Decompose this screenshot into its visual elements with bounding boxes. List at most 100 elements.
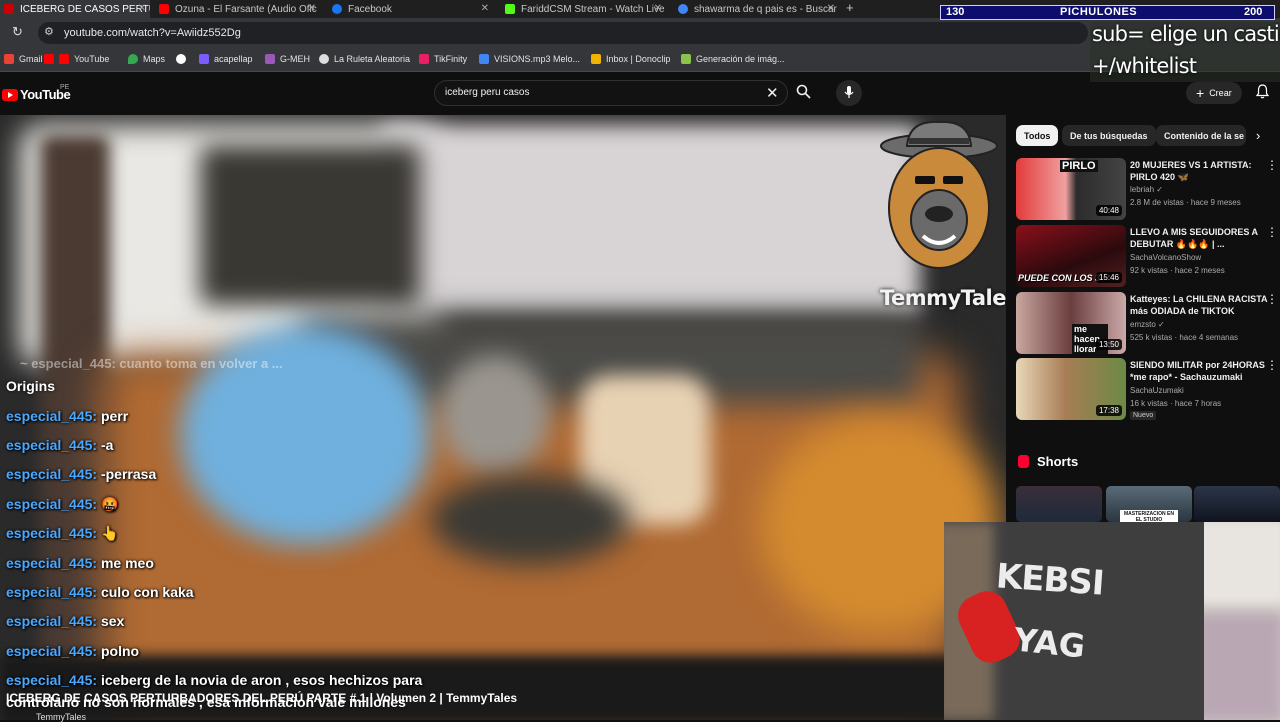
recommendation-item[interactable]: PUEDE CON LOS 3 15:46 LLEVO A MIS SEGUID… bbox=[1016, 225, 1280, 287]
uploader-name[interactable]: TemmyTales bbox=[36, 712, 86, 722]
chat-message: especial_445: -a bbox=[6, 437, 113, 453]
webcam-background bbox=[1194, 612, 1280, 720]
youtube-icon bbox=[44, 54, 54, 64]
notifications-bell-icon[interactable] bbox=[1255, 84, 1270, 102]
chat-message: especial_445: 🤬 bbox=[6, 496, 118, 513]
recommendation-title: LLEVO A MIS SEGUIDORES A DEBUTAR 🔥🔥🔥 | .… bbox=[1130, 227, 1258, 249]
duration-badge: 15:46 bbox=[1095, 272, 1122, 283]
person-shirt: KEBSI YAG bbox=[944, 522, 1204, 720]
browser-tab[interactable]: Facebook ✕ bbox=[328, 0, 493, 18]
chat-message: especial_445: iceberg de la novia de aro… bbox=[6, 672, 422, 688]
bookmark-acapellap[interactable]: acapellap bbox=[199, 54, 253, 64]
close-tab-icon[interactable]: ✕ bbox=[827, 3, 835, 14]
video-thumbnail[interactable]: PIRLO 40:48 bbox=[1016, 158, 1126, 220]
chat-origins-text: Origins bbox=[6, 378, 56, 394]
chat-faded-message: ~ especial_445: cuanto toma en volver a … bbox=[20, 356, 283, 371]
chat-username: especial_445: bbox=[6, 643, 98, 659]
browser-tab-active[interactable]: ICEBERG DE CASOS PERTURBA ✕ bbox=[0, 0, 150, 18]
chat-text: -perrasa bbox=[100, 466, 157, 482]
recommendation-item[interactable]: me hacen llorar 13:50 Katteyes: La CHILE… bbox=[1016, 292, 1280, 354]
close-tab-icon[interactable]: ✕ bbox=[654, 3, 662, 14]
video-thumbnail[interactable]: PUEDE CON LOS 3 15:46 bbox=[1016, 225, 1126, 287]
create-label: Crear bbox=[1209, 88, 1232, 98]
close-tab-icon[interactable]: ✕ bbox=[138, 3, 146, 14]
short-thumbnail[interactable]: MASTERIZACION EN EL STUDIO bbox=[1106, 486, 1192, 522]
video-frame-region bbox=[380, 125, 920, 315]
close-tab-icon[interactable]: ✕ bbox=[481, 3, 489, 14]
chat-username: especial_445: bbox=[6, 555, 98, 571]
new-badge: Nuevo bbox=[1130, 411, 1157, 420]
shirt-print-line2: YAG bbox=[1012, 620, 1087, 666]
bookmark-ruleta[interactable]: La Ruleta Aleatoria bbox=[319, 54, 410, 64]
chip-de-tus-busquedas[interactable]: De tus búsquedas bbox=[1062, 125, 1156, 146]
duration-badge: 40:48 bbox=[1095, 205, 1122, 216]
chip-contenido[interactable]: Contenido de la se bbox=[1156, 125, 1246, 146]
video-frame-region bbox=[430, 475, 630, 565]
close-tab-icon[interactable]: ✕ bbox=[308, 3, 316, 14]
region-code: PE bbox=[60, 84, 70, 91]
clear-search-icon[interactable]: ✕ bbox=[766, 84, 779, 102]
chat-username: especial_445: bbox=[6, 496, 98, 512]
chip-todos[interactable]: Todos bbox=[1016, 125, 1059, 146]
more-options-icon[interactable]: ⋮ bbox=[1266, 225, 1278, 239]
whitelist-command-text: +/whitelist bbox=[1092, 54, 1197, 78]
chat-text: polno bbox=[100, 643, 140, 659]
chat-text: -a bbox=[100, 437, 114, 453]
video-frame-region bbox=[200, 145, 420, 305]
chip-label: Contenido de la se bbox=[1164, 130, 1245, 141]
browser-tab[interactable]: Ozuna - El Farsante (Audio Ofic ✕ bbox=[155, 0, 320, 18]
search-icon[interactable] bbox=[796, 84, 811, 102]
gmail-icon bbox=[4, 54, 14, 64]
chevron-right-icon[interactable]: › bbox=[1256, 128, 1260, 143]
bookmark-gmail[interactable]: Gmail bbox=[4, 54, 43, 64]
gmeh-icon bbox=[265, 54, 275, 64]
recommendation-item[interactable]: PIRLO 40:48 20 MUJERES VS 1 ARTISTA: PIR… bbox=[1016, 158, 1280, 220]
bookmark-tikfinity[interactable]: TikFinity bbox=[419, 54, 467, 64]
site-info-icon[interactable]: ⚙ bbox=[44, 25, 54, 38]
shirt-print-line1: KEBSI bbox=[994, 556, 1105, 604]
tab-title: ICEBERG DE CASOS PERTURBA bbox=[20, 3, 150, 15]
drive-icon bbox=[479, 54, 489, 64]
tab-title: FariddCSM Stream - Watch Live bbox=[521, 3, 665, 15]
chip-label: Todos bbox=[1024, 130, 1051, 141]
video-player[interactable] bbox=[0, 115, 1006, 720]
create-button[interactable]: + Crear bbox=[1186, 82, 1242, 104]
chat-message: especial_445: culo con kaka bbox=[6, 584, 194, 600]
bookmark-donoclip[interactable]: Inbox | Donoclip bbox=[591, 54, 670, 64]
tab-title: Ozuna - El Farsante (Audio Ofic bbox=[175, 3, 317, 15]
channel-watermark: TemmyTales bbox=[880, 286, 1018, 310]
generator-icon bbox=[681, 54, 691, 64]
video-thumbnail[interactable]: me hacen llorar 13:50 bbox=[1016, 292, 1126, 354]
plus-icon: + bbox=[1196, 85, 1205, 101]
bookmark-google[interactable] bbox=[176, 54, 191, 64]
reload-icon[interactable]: ↻ bbox=[12, 24, 23, 40]
webcam-feed: KEBSI YAG bbox=[944, 522, 1280, 720]
facebook-favicon-icon bbox=[332, 4, 342, 14]
browser-tab[interactable]: shawarma de q pais es - Buscar ✕ bbox=[674, 0, 839, 18]
bookmark-youtube[interactable]: YouTube bbox=[44, 54, 109, 64]
bookmark-label: Gmail bbox=[19, 54, 43, 64]
more-options-icon[interactable]: ⋮ bbox=[1266, 358, 1278, 372]
microphone-icon[interactable] bbox=[836, 80, 862, 106]
youtube-favicon-icon bbox=[159, 4, 169, 14]
bookmark-label: La Ruleta Aleatoria bbox=[334, 54, 411, 64]
tab-title: Facebook bbox=[348, 3, 392, 15]
new-tab-icon[interactable]: + bbox=[846, 0, 854, 15]
recommendation-item[interactable]: 17:38 SIENDO MILITAR por 24HORAS *me rap… bbox=[1016, 358, 1280, 420]
google-icon bbox=[176, 54, 186, 64]
browser-tab[interactable]: FariddCSM Stream - Watch Live ✕ bbox=[501, 0, 666, 18]
bookmark-visions[interactable]: VISIONS.mp3 Melo... bbox=[479, 54, 580, 64]
shorts-section-header: Shorts bbox=[1018, 454, 1078, 469]
chip-label: De tus búsquedas bbox=[1070, 130, 1148, 141]
bookmark-label: Inbox | Donoclip bbox=[606, 54, 671, 64]
bookmark-gmeh[interactable]: G-MEH bbox=[265, 54, 310, 64]
bookmark-maps[interactable]: Maps bbox=[128, 54, 165, 64]
short-thumbnail[interactable] bbox=[1194, 486, 1280, 522]
video-thumbnail[interactable]: 17:38 bbox=[1016, 358, 1126, 420]
short-thumbnail[interactable] bbox=[1016, 486, 1102, 522]
more-options-icon[interactable]: ⋮ bbox=[1266, 158, 1278, 172]
more-options-icon[interactable]: ⋮ bbox=[1266, 292, 1278, 306]
bookmark-generacion[interactable]: Generación de imág... bbox=[681, 54, 785, 64]
wheel-icon bbox=[319, 54, 329, 64]
chat-username: especial_445: bbox=[6, 525, 98, 541]
